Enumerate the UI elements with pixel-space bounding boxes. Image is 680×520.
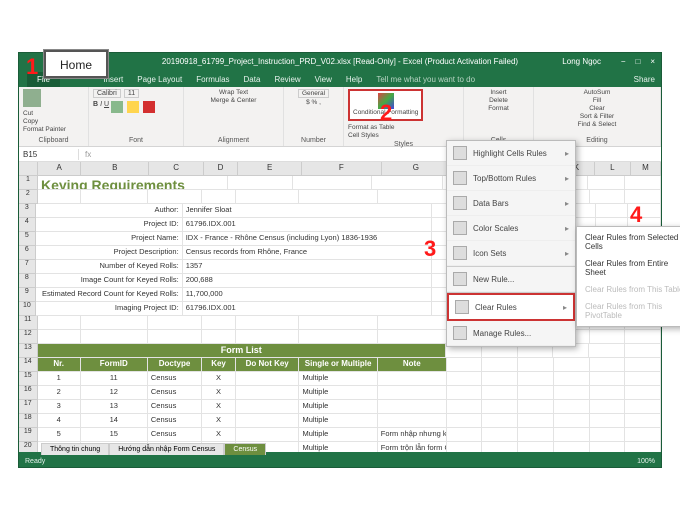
tab-home[interactable]: Home xyxy=(44,50,108,78)
col-C[interactable]: C xyxy=(149,162,204,176)
tab-view[interactable]: View xyxy=(309,72,338,87)
tab-data[interactable]: Data xyxy=(238,72,267,87)
underline-button[interactable]: U xyxy=(104,101,109,113)
menu-icon xyxy=(453,171,467,185)
annotation-4: 4 xyxy=(630,202,642,228)
clear-rules-submenu: Clear Rules from Selected CellsClear Rul… xyxy=(576,226,680,327)
close-icon[interactable]: × xyxy=(650,57,655,66)
cf-menu-item-4[interactable]: Icon Sets▸ xyxy=(447,241,575,266)
copy-button[interactable]: Copy xyxy=(23,118,66,125)
group-styles: Conditional Formatting Format as Table C… xyxy=(344,87,464,146)
conditional-formatting-menu: Highlight Cells Rules▸Top/Bottom Rules▸D… xyxy=(446,140,576,347)
sheet-tab-0[interactable]: Thông tin chung xyxy=(41,443,109,455)
group-number: General $ % , Number xyxy=(284,87,344,146)
menu-icon xyxy=(453,272,467,286)
chevron-right-icon: ▸ xyxy=(565,199,569,208)
chevron-right-icon: ▸ xyxy=(563,303,567,312)
group-editing: AutoSum Fill Clear Sort & Filter Find & … xyxy=(534,87,661,146)
paste-icon[interactable] xyxy=(23,89,41,107)
annotation-1: 1 xyxy=(26,54,38,80)
sheet-tabs: Thông tin chung Hướng dẫn nhập Form Cens… xyxy=(41,443,266,455)
tab-formulas[interactable]: Formulas xyxy=(190,72,235,87)
menu-icon xyxy=(453,196,467,210)
tab-help[interactable]: Help xyxy=(340,72,368,87)
annotation-2: 2 xyxy=(380,100,392,126)
chevron-right-icon: ▸ xyxy=(565,174,569,183)
col-B[interactable]: B xyxy=(81,162,149,176)
title-bar: 20190918_61799_Project_Instruction_PRD_V… xyxy=(19,53,661,69)
cf-menu-item-7[interactable]: Manage Rules... xyxy=(447,321,575,346)
cf-menu-item-1[interactable]: Top/Bottom Rules▸ xyxy=(447,166,575,191)
fx-icon[interactable]: fx xyxy=(79,150,97,159)
ribbon: Cut Copy Format Painter Clipboard Calibr… xyxy=(19,87,661,147)
minimize-icon[interactable]: − xyxy=(621,57,626,66)
clear-rules-option-3: Clear Rules from This PivotTable xyxy=(577,298,680,324)
col-G[interactable]: G xyxy=(382,162,452,176)
merge-center-button[interactable]: Merge & Center xyxy=(211,97,257,104)
col-E[interactable]: E xyxy=(238,162,302,176)
tab-pagelayout[interactable]: Page Layout xyxy=(131,72,188,87)
border-icon[interactable] xyxy=(111,101,123,113)
chevron-right-icon: ▸ xyxy=(565,149,569,158)
menu-icon xyxy=(453,246,467,260)
window-title: 20190918_61799_Project_Instruction_PRD_V… xyxy=(162,57,518,66)
font-size[interactable]: 11 xyxy=(124,89,139,98)
sheet-tab-2[interactable]: Census xyxy=(224,443,266,455)
tellme[interactable]: Tell me what you want to do xyxy=(370,72,481,87)
clear-rules-option-1[interactable]: Clear Rules from Entire Sheet xyxy=(577,255,680,281)
autosum-button[interactable]: AutoSum xyxy=(584,89,611,96)
chevron-right-icon: ▸ xyxy=(565,224,569,233)
wrap-text-button[interactable]: Wrap Text xyxy=(219,89,248,96)
menu-icon xyxy=(455,300,469,314)
cf-menu-item-0[interactable]: Highlight Cells Rules▸ xyxy=(447,141,575,166)
clear-button[interactable]: Clear xyxy=(589,105,605,112)
col-L[interactable]: L xyxy=(595,162,631,176)
format-painter-button[interactable]: Format Painter xyxy=(23,126,66,133)
name-box[interactable]: B15 xyxy=(19,149,79,160)
col-D[interactable]: D xyxy=(204,162,238,176)
group-cells: Insert Delete Format Cells xyxy=(464,87,534,146)
menu-icon xyxy=(453,221,467,235)
sheet-tab-1[interactable]: Hướng dẫn nhập Form Census xyxy=(109,443,224,455)
group-font: Calibri 11 B I U Font xyxy=(89,87,184,146)
font-color-icon[interactable] xyxy=(143,101,155,113)
cf-menu-item-5[interactable]: New Rule... xyxy=(447,267,575,292)
annotation-3: 3 xyxy=(424,236,436,262)
maximize-icon[interactable]: □ xyxy=(635,57,640,66)
col-M[interactable]: M xyxy=(631,162,661,176)
status-bar: Ready 100% xyxy=(19,455,661,467)
font-name[interactable]: Calibri xyxy=(93,89,121,98)
cf-menu-item-6[interactable]: Clear Rules▸ xyxy=(447,293,575,321)
col-A[interactable]: A xyxy=(38,162,81,176)
fill-color-icon[interactable] xyxy=(127,101,139,113)
tab-review[interactable]: Review xyxy=(268,72,306,87)
italic-button[interactable]: I xyxy=(100,101,102,113)
cf-menu-item-3[interactable]: Color Scales▸ xyxy=(447,216,575,241)
share-button[interactable]: Share xyxy=(628,72,661,87)
sort-filter-button[interactable]: Sort & Filter xyxy=(580,113,614,120)
insert-button[interactable]: Insert xyxy=(490,89,506,96)
zoom-level[interactable]: 100% xyxy=(637,458,655,465)
cf-menu-item-2[interactable]: Data Bars▸ xyxy=(447,191,575,216)
user-name: Long Ngọc xyxy=(562,57,601,66)
group-clipboard: Cut Copy Format Painter Clipboard xyxy=(19,87,89,146)
menu-icon xyxy=(453,146,467,160)
menu-icon xyxy=(453,326,467,340)
clear-rules-option-0[interactable]: Clear Rules from Selected Cells xyxy=(577,229,680,255)
bold-button[interactable]: B xyxy=(93,101,98,113)
number-format[interactable]: General xyxy=(298,89,329,98)
find-select-button[interactable]: Find & Select xyxy=(578,121,617,128)
clear-rules-option-2: Clear Rules from This Table xyxy=(577,281,680,298)
status-ready: Ready xyxy=(25,458,45,465)
ribbon-tabs: File Home Insert Page Layout Formulas Da… xyxy=(19,69,661,87)
cell-styles-button[interactable]: Cell Styles xyxy=(348,132,394,139)
group-alignment: Wrap Text Merge & Center Alignment xyxy=(184,87,284,146)
col-F[interactable]: F xyxy=(302,162,381,176)
cut-button[interactable]: Cut xyxy=(23,110,66,117)
fill-button[interactable]: Fill xyxy=(593,97,601,104)
delete-button[interactable]: Delete xyxy=(489,97,508,104)
chevron-right-icon: ▸ xyxy=(565,249,569,258)
format-button[interactable]: Format xyxy=(488,105,509,112)
